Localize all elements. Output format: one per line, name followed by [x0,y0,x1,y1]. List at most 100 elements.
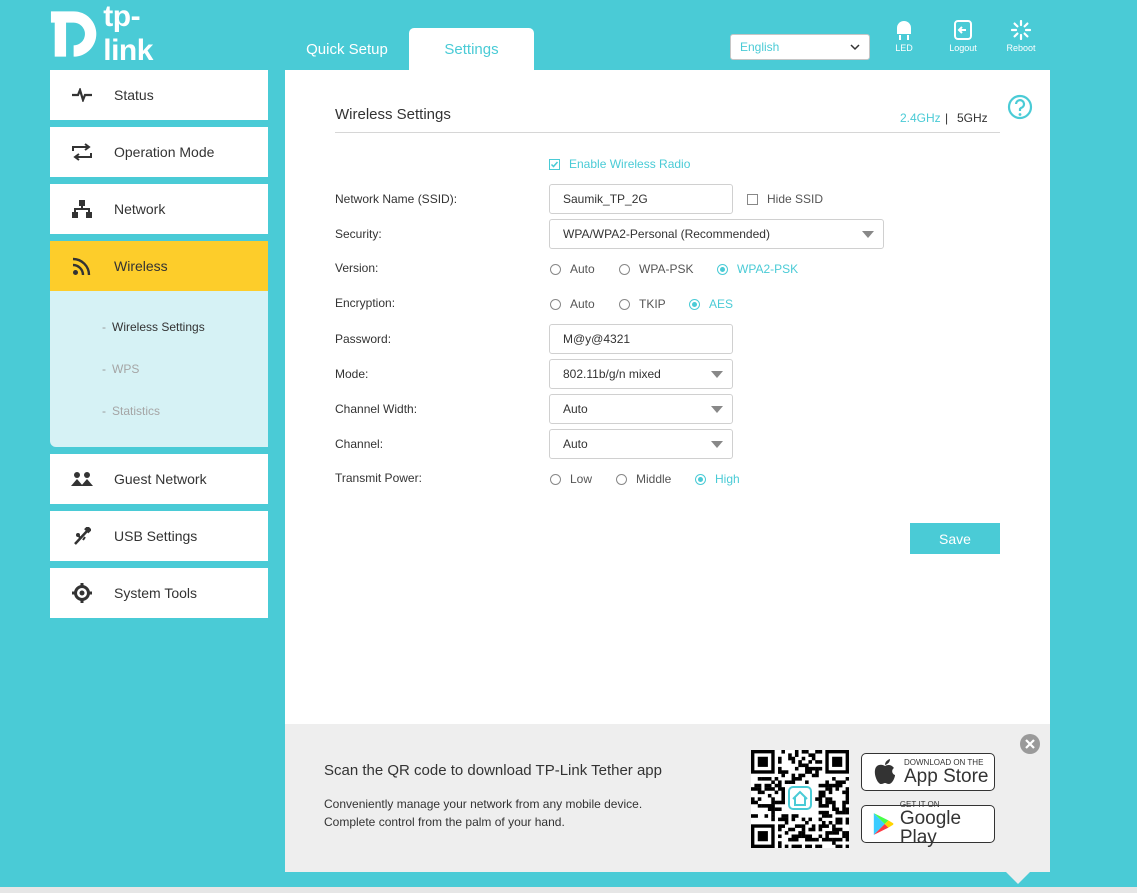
radio-label: TKIP [639,297,666,311]
power-low-radio[interactable]: Low [550,472,592,486]
help-button[interactable] [1007,94,1033,123]
swap-arrows-icon [72,143,92,161]
page-title: Wireless Settings [335,106,451,123]
sidebar-item-system-tools[interactable]: System Tools [50,568,268,618]
channel-label: Channel: [335,437,384,451]
footer-description-2: Complete control from the palm of your h… [324,815,565,829]
tab-quick-setup[interactable]: Quick Setup [285,28,409,70]
radio-circle [689,298,700,310]
tab-settings[interactable]: Settings [409,28,534,70]
led-button[interactable]: LED [879,20,929,53]
sidebar-item-label: Operation Mode [114,144,215,160]
sidebar-item-status[interactable]: Status [50,70,268,120]
google-play-button[interactable]: GET IT ON Google Play [861,801,995,847]
reboot-label: Reboot [1006,43,1036,53]
password-label: Password: [335,332,392,346]
tp-link-logo: tp-link [50,0,185,67]
sidebar-item-label: Status [114,87,154,103]
dropdown-arrow-icon [711,441,723,448]
radio-label: WPA2-PSK [737,262,799,276]
qr-code [751,750,850,849]
power-high-radio[interactable]: High [695,472,740,486]
submenu-item-wireless-settings[interactable]: - Wireless Settings [102,320,205,334]
radio-label: Low [570,472,593,486]
language-select[interactable]: English [730,34,870,60]
submenu-item-statistics[interactable]: - Statistics [102,404,160,418]
channel-value: Auto [563,437,588,451]
encryption-aes-radio[interactable]: AES [689,297,733,311]
radio-circle [550,298,561,310]
save-button[interactable]: Save [910,523,1000,554]
logo-text: tp-link [103,0,153,67]
radio-circle [695,473,706,485]
submenu-item-wps[interactable]: - WPS [102,362,139,376]
security-select[interactable]: WPA/WPA2-Personal (Recommended) [549,219,884,249]
pulse-icon [72,88,92,102]
version-label: Version: [335,261,379,275]
network-icon [72,200,92,218]
app-store-button[interactable]: Download on the App Store [861,753,995,791]
sidebar-item-usb-settings[interactable]: USB Settings [50,511,268,561]
encryption-label: Encryption: [335,296,396,310]
sidebar-item-label: Guest Network [114,471,207,487]
password-input[interactable]: M@y@4321 [549,324,733,354]
radio-label: AES [709,297,734,311]
radio-label: Middle [636,472,672,486]
usb-icon [74,527,91,545]
footer-title: Scan the QR code to download TP-Link Tet… [324,762,662,779]
sidebar-item-network[interactable]: Network [50,184,268,234]
power-middle-radio[interactable]: Middle [616,472,671,486]
language-value: English [740,40,780,54]
mode-select[interactable]: 802.11b/g/n mixed [549,359,733,389]
band-24ghz-link[interactable]: 2.4GHz [900,111,941,125]
reboot-button[interactable]: Reboot [996,20,1046,53]
mode-value: 802.11b/g/n mixed [563,367,661,381]
close-icon [1025,739,1035,749]
submenu-label: Statistics [112,404,161,418]
encryption-auto-radio[interactable]: Auto [550,297,595,311]
title-divider [335,132,1000,133]
led-label: LED [895,43,913,53]
logout-icon [954,20,972,40]
sidebar-item-label: USB Settings [114,528,198,544]
radio-circle [550,263,561,275]
checkbox-box [549,158,560,170]
radio-circle [619,263,630,275]
radio-label: Auto [570,297,595,311]
logout-button[interactable]: Logout [938,20,988,53]
checkbox-box [747,193,758,205]
submenu-label: Wireless Settings [112,320,205,334]
sidebar-item-guest-network[interactable]: Guest Network [50,454,268,504]
check-icon [550,161,559,168]
footer-notch [1006,872,1030,884]
band-separator: | [945,111,949,125]
enable-wireless-checkbox[interactable]: Enable Wireless Radio [549,157,690,171]
security-value: WPA/WPA2-Personal (Recommended) [563,227,770,241]
dropdown-arrow-icon [711,406,723,413]
version-wpa2-psk-radio[interactable]: WPA2-PSK [717,262,798,276]
sidebar-item-operation-mode[interactable]: Operation Mode [50,127,268,177]
sidebar-item-label: System Tools [114,585,197,601]
security-label: Security: [335,227,382,241]
channel-select[interactable]: Auto [549,429,733,459]
radio-circle [616,473,627,485]
enable-wireless-label: Enable Wireless Radio [569,157,691,171]
radio-circle [619,298,630,310]
logout-label: Logout [949,43,977,53]
tp-link-logo-icon [50,11,97,57]
channel-width-value: Auto [563,402,588,416]
radio-label: Auto [570,262,595,276]
sidebar-item-wireless[interactable]: Wireless [50,241,268,291]
channel-width-select[interactable]: Auto [549,394,733,424]
bottom-bar [0,887,1137,893]
close-footer-button[interactable] [1020,734,1040,754]
hide-ssid-checkbox[interactable]: Hide SSID [747,192,823,206]
ssid-input[interactable]: Saumik_TP_2G [549,184,733,214]
version-wpa-psk-radio[interactable]: WPA-PSK [619,262,693,276]
sidebar-item-label: Wireless [114,258,168,274]
band-5ghz-link[interactable]: 5GHz [957,111,988,125]
google-play-icon [873,813,894,835]
encryption-tkip-radio[interactable]: TKIP [619,297,666,311]
radio-label: WPA-PSK [639,262,694,276]
version-auto-radio[interactable]: Auto [550,262,595,276]
